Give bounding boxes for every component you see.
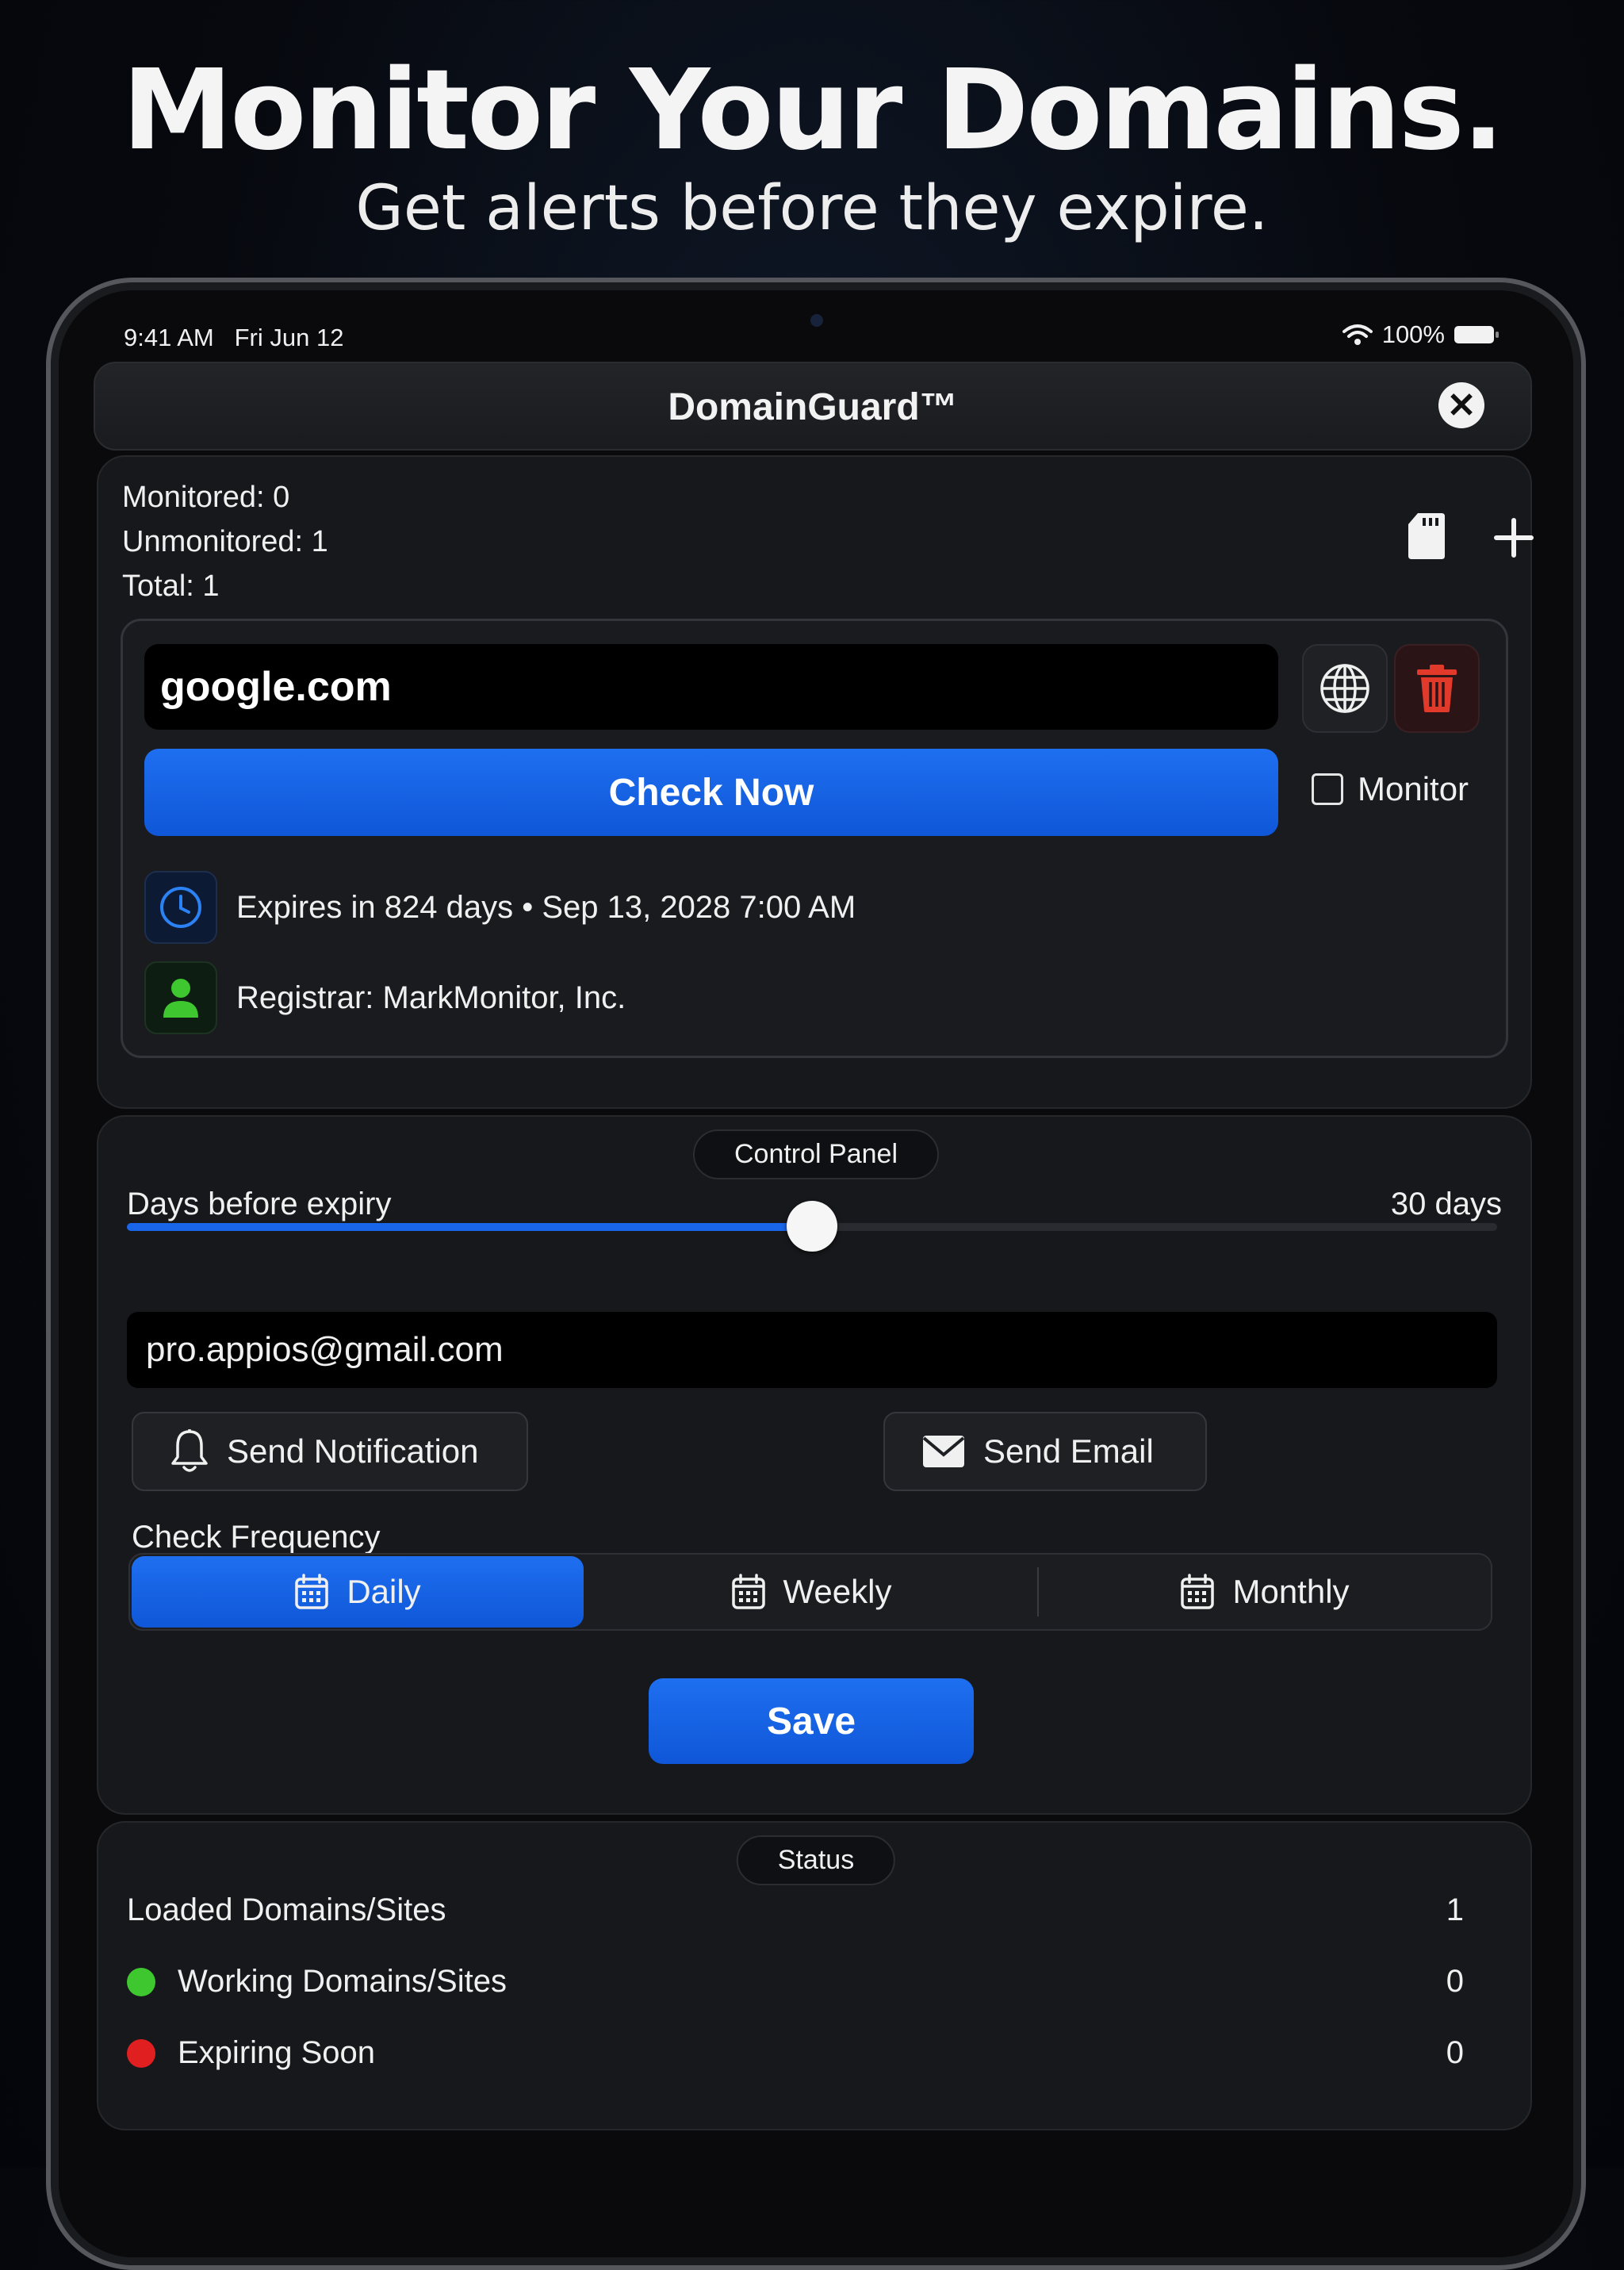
status-row-loaded: Loaded Domains/Sites 1 (127, 1892, 1503, 1928)
status-title: Status (736, 1835, 896, 1885)
status-time: 9:41 AM (124, 324, 214, 351)
frequency-daily-label: Daily (347, 1573, 421, 1610)
days-before-expiry-label: Days before expiry (127, 1187, 392, 1221)
status-row-value: 0 (1446, 1964, 1464, 1999)
nav-bar: DomainGuard™ ✕ (94, 362, 1532, 451)
wifi-icon (1342, 324, 1373, 345)
close-icon: ✕ (1446, 385, 1477, 425)
monitor-checkbox[interactable] (1312, 773, 1343, 805)
monitored-count: Monitored: 0 (122, 481, 290, 514)
close-button[interactable]: ✕ (1438, 382, 1484, 428)
red-status-dot (127, 2038, 155, 2068)
battery-icon (1454, 326, 1499, 343)
send-notification-button[interactable]: Send Notification (132, 1412, 528, 1491)
promo-headline: Monitor Your Domains. (121, 46, 1504, 175)
app-title: DomainGuard™ (668, 386, 958, 428)
person-icon (163, 979, 198, 1018)
frequency-daily[interactable]: Daily (132, 1556, 584, 1628)
status-row-expiring: Expiring Soon 0 (127, 2035, 1503, 2071)
status-bar-right: 100% (1342, 320, 1499, 349)
person-icon-box (144, 961, 217, 1034)
envelope-icon (922, 1436, 965, 1467)
send-email-label: Send Email (983, 1432, 1154, 1470)
frequency-monthly-label: Monthly (1232, 1573, 1350, 1610)
status-row-label: Loaded Domains/Sites (127, 1892, 446, 1927)
tablet-frame: 9:41 AM Fri Jun 12 100% DomainGuard™ ✕ M… (46, 278, 1586, 2270)
calendar-icon (731, 1574, 765, 1609)
domain-input[interactable]: google.com (144, 644, 1278, 730)
trash-icon (1417, 665, 1457, 712)
add-domain-button[interactable] (1482, 506, 1545, 569)
sd-card-icon (1408, 513, 1445, 559)
slider-thumb[interactable] (787, 1201, 837, 1252)
save-button[interactable]: Save (649, 1678, 974, 1764)
check-frequency-label: Check Frequency (132, 1520, 381, 1555)
camera-dot (810, 314, 823, 327)
slider-fill (127, 1223, 812, 1231)
control-panel-title: Control Panel (692, 1129, 940, 1179)
total-count: Total: 1 (122, 569, 220, 603)
email-input[interactable]: pro.appios@gmail.com (127, 1312, 1497, 1388)
battery-percent: 100% (1381, 320, 1445, 348)
green-status-dot (127, 1967, 155, 1996)
days-before-expiry-value: 30 days (1390, 1187, 1502, 1221)
clock-icon-box (144, 871, 217, 944)
bell-icon (171, 1429, 208, 1472)
status-row-working: Working Domains/Sites 0 (127, 1964, 1503, 2000)
days-slider[interactable] (127, 1201, 1497, 1252)
registrar-text: Registrar: MarkMonitor, Inc. (236, 980, 626, 1015)
frequency-weekly-label: Weekly (783, 1573, 892, 1610)
status-date: Fri Jun 12 (234, 324, 344, 351)
frequency-segmented-control: Daily Weekly Monthly (128, 1553, 1492, 1631)
monitor-label: Monitor (1358, 770, 1469, 807)
send-notification-label: Send Notification (227, 1432, 479, 1470)
open-website-button[interactable] (1302, 644, 1388, 733)
status-bar-left: 9:41 AM Fri Jun 12 (124, 324, 343, 352)
registrar-row: Registrar: MarkMonitor, Inc. (144, 961, 626, 1034)
expiry-row: Expires in 824 days • Sep 13, 2028 7:00 … (144, 871, 856, 944)
send-email-button[interactable]: Send Email (883, 1412, 1207, 1491)
check-now-button[interactable]: Check Now (144, 749, 1278, 836)
delete-domain-button[interactable] (1394, 644, 1480, 733)
sd-card-button[interactable] (1399, 504, 1454, 568)
status-row-value: 1 (1446, 1892, 1464, 1927)
globe-icon (1320, 664, 1369, 713)
status-row-value: 0 (1446, 2035, 1464, 2070)
plus-icon (1494, 518, 1534, 558)
calendar-icon (295, 1574, 329, 1609)
frequency-monthly[interactable]: Monthly (1039, 1555, 1491, 1629)
status-row-label: Expiring Soon (178, 2035, 376, 2070)
calendar-icon (1181, 1574, 1215, 1609)
status-row-label: Working Domains/Sites (178, 1964, 507, 1999)
clock-icon (160, 887, 201, 928)
unmonitored-count: Unmonitored: 1 (122, 525, 328, 558)
monitor-toggle[interactable]: Monitor (1312, 770, 1469, 808)
promo-subhead: Get alerts before they expire. (355, 173, 1269, 244)
expiry-text: Expires in 824 days • Sep 13, 2028 7:00 … (236, 889, 856, 925)
frequency-weekly[interactable]: Weekly (585, 1555, 1037, 1629)
